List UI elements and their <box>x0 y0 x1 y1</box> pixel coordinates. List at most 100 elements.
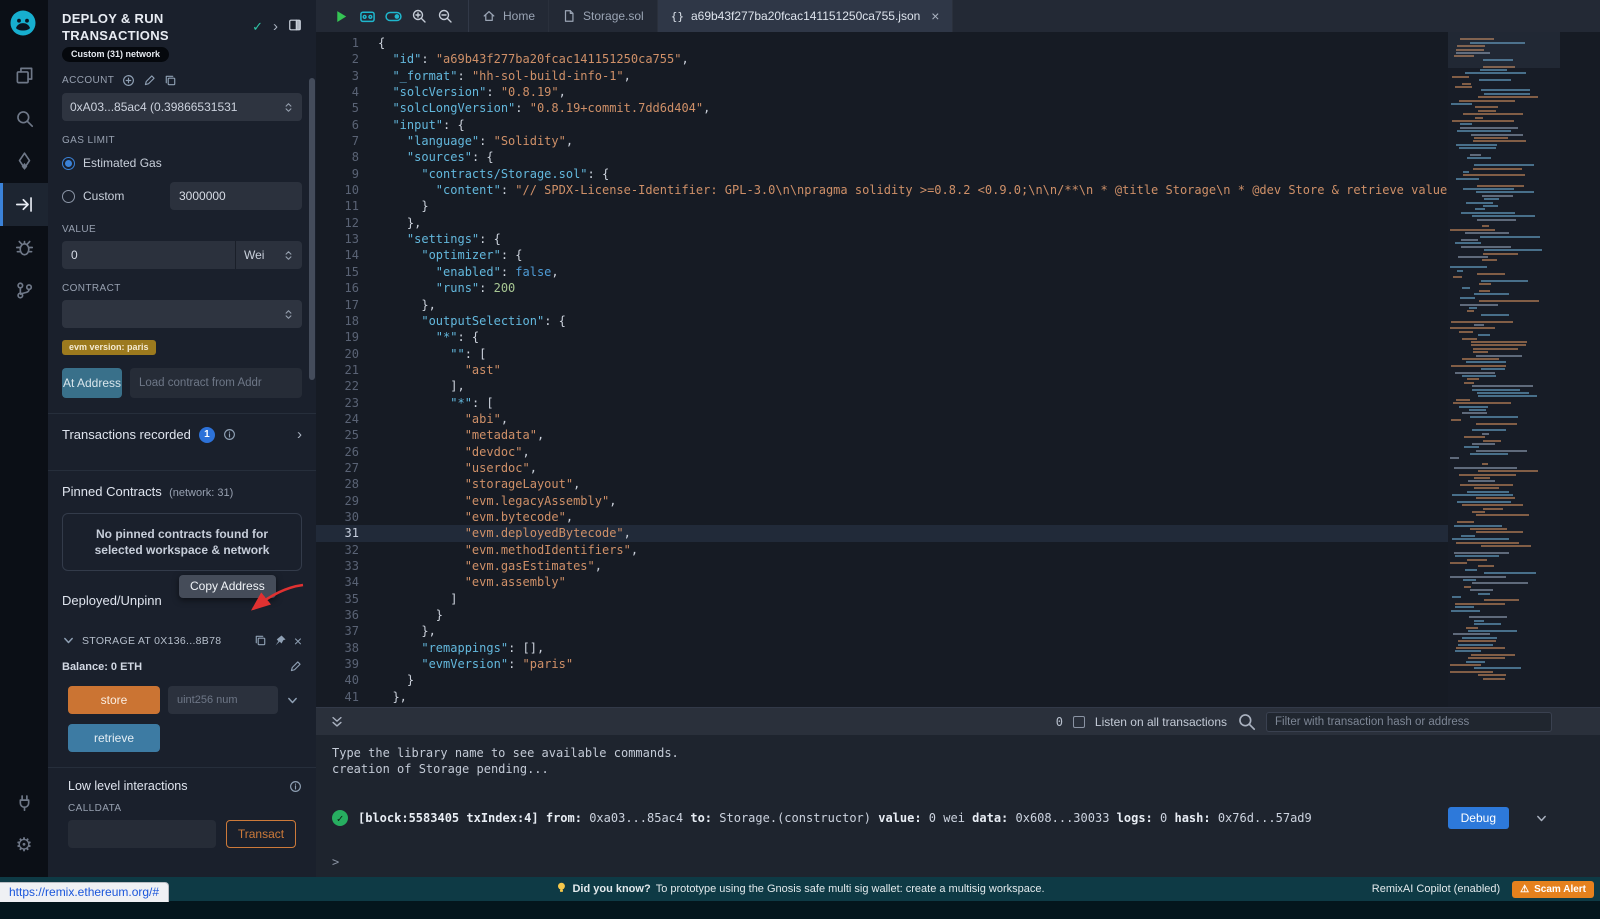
sidebar-item-deploy-run[interactable] <box>0 183 48 226</box>
copilot-status[interactable]: RemixAI Copilot (enabled) <box>1372 883 1500 895</box>
code-line: 6 "input": { <box>316 117 1448 133</box>
estimated-gas-option[interactable]: Estimated Gas <box>48 153 316 173</box>
tx-log-text: [block:5583405 txIndex:4] from: 0xa03...… <box>358 811 1312 825</box>
create-account-icon[interactable] <box>122 74 135 87</box>
pin-panel-icon[interactable] <box>288 18 302 35</box>
value-unit-select[interactable]: Wei <box>235 241 302 269</box>
sidebar-item-solidity-compiler[interactable] <box>0 140 48 183</box>
terminal-prompt[interactable]: > <box>332 855 1600 869</box>
recorder-icon[interactable] <box>354 8 380 25</box>
contract-select[interactable] <box>62 300 302 328</box>
terminal: 0 Listen on all transactions Type the li… <box>316 707 1600 877</box>
scam-alert-button[interactable]: ⚠Scam Alert <box>1512 881 1594 898</box>
remix-logo-icon[interactable] <box>8 8 40 40</box>
sidebar-item-plugin-manager[interactable] <box>0 781 48 824</box>
code-line: 27 "userdoc", <box>316 460 1448 476</box>
debug-button[interactable]: Debug <box>1448 807 1509 829</box>
sidebar-item-git[interactable] <box>0 269 48 312</box>
account-value: 0xA03...85ac4 (0.39866531531 <box>70 100 277 114</box>
code-line: 36 } <box>316 607 1448 623</box>
calldata-input[interactable] <box>68 820 216 848</box>
zoom-out-button[interactable] <box>432 8 458 24</box>
retrieve-button[interactable]: retrieve <box>68 724 160 752</box>
warning-icon: ⚠ <box>1520 884 1529 895</box>
code-line: 32 "evm.methodIdentifiers", <box>316 542 1448 558</box>
close-contract-icon[interactable]: × <box>294 635 302 647</box>
estimated-gas-label: Estimated Gas <box>83 156 162 170</box>
transact-button[interactable]: Transact <box>226 820 296 848</box>
store-button[interactable]: store <box>68 686 160 714</box>
tx-count-badge: 1 <box>199 427 215 443</box>
chevron-right-icon[interactable]: › <box>273 18 278 35</box>
listen-checkbox[interactable] <box>1073 716 1085 728</box>
home-icon <box>482 9 496 23</box>
tab-Home[interactable]: Home <box>469 0 549 32</box>
check-icon: ✓ <box>252 19 263 35</box>
code-line: 16 "runs": 200 <box>316 280 1448 296</box>
chevron-right-icon[interactable]: › <box>297 426 302 443</box>
run-script-button[interactable] <box>328 9 354 24</box>
icon-rail-items <box>0 54 48 312</box>
low-level-title: Low level interactions <box>68 779 188 793</box>
code-line: 12 }, <box>316 215 1448 231</box>
code-line: 38 "remappings": [], <box>316 640 1448 656</box>
code-editor[interactable]: 1{2 "id": "a69b43f277ba20fcac141151250ca… <box>316 32 1600 707</box>
file-icon <box>562 9 576 23</box>
transactions-recorded-row[interactable]: Transactions recorded 1 › <box>48 414 316 455</box>
tab-close-icon[interactable]: × <box>931 8 939 24</box>
code-rows: 1{2 "id": "a69b43f277ba20fcac141151250ca… <box>316 32 1448 705</box>
plugin-manager-icon <box>15 793 34 812</box>
code-line: 7 "language": "Solidity", <box>316 133 1448 149</box>
pin-contract-icon[interactable] <box>274 634 287 647</box>
code-line: 31 "evm.deployedBytecode", <box>316 525 1448 541</box>
edit-account-icon[interactable] <box>143 74 156 87</box>
edit-balance-icon[interactable] <box>289 660 302 673</box>
zoom-in-button[interactable] <box>406 8 432 24</box>
code-line: 2 "id": "a69b43f277ba20fcac141151250ca75… <box>316 51 1448 67</box>
expand-params-icon[interactable] <box>286 694 299 707</box>
custom-gas-label: Custom <box>83 189 124 203</box>
network-badge: Custom (31) network <box>62 47 169 62</box>
radio-unselected-icon[interactable] <box>62 190 75 203</box>
sidebar-item-settings[interactable]: ⚙ <box>0 824 48 867</box>
code-line: 41 }, <box>316 689 1448 705</box>
minimap[interactable] <box>1448 32 1560 707</box>
terminal-collapse-icon[interactable] <box>330 715 344 729</box>
did-you-know-tip: Did you know? To prototype using the Gno… <box>555 881 1044 897</box>
statusbar: Did you know? To prototype using the Gno… <box>0 877 1600 901</box>
at-address-input[interactable] <box>130 368 302 398</box>
sidebar-item-workspace[interactable] <box>0 54 48 97</box>
stepper-icon <box>283 309 294 320</box>
tab-Storage.sol[interactable]: Storage.sol <box>549 0 658 32</box>
store-param-input[interactable] <box>168 686 278 714</box>
success-check-icon: ✓ <box>332 810 348 826</box>
account-select[interactable]: 0xA03...85ac4 (0.39866531531 <box>62 93 302 121</box>
terminal-body[interactable]: Type the library name to see available c… <box>316 735 1600 877</box>
deployed-contract-header[interactable]: STORAGE AT 0X136...8B78 × <box>48 634 316 647</box>
at-address-button[interactable]: At Address <box>62 368 122 398</box>
tx-expand-icon[interactable] <box>1535 812 1548 825</box>
balance-label: Balance: 0 ETH <box>62 661 142 673</box>
panel-scrollbar[interactable] <box>309 78 315 380</box>
code-line: 29 "evm.legacyAssembly", <box>316 493 1448 509</box>
sidebar-item-debugger[interactable] <box>0 226 48 269</box>
copilot-toggle[interactable] <box>380 8 406 25</box>
custom-gas-input[interactable] <box>170 182 302 210</box>
terminal-toolbar: 0 Listen on all transactions <box>316 708 1600 735</box>
copy-account-icon[interactable] <box>164 74 177 87</box>
code-line: 22 ], <box>316 378 1448 394</box>
chevron-down-icon[interactable] <box>62 634 75 647</box>
radio-selected-icon[interactable] <box>62 157 75 170</box>
code-line: 26 "devdoc", <box>316 444 1448 460</box>
copy-address-icon[interactable] <box>254 634 267 647</box>
tab-a69b43f277ba20fcac141151250ca755.json[interactable]: {}a69b43f277ba20fcac141151250ca755.json× <box>658 0 954 32</box>
code-line: 8 "sources": { <box>316 149 1448 165</box>
editor-toolbar: HomeStorage.sol{}a69b43f277ba20fcac14115… <box>316 0 1600 32</box>
sidebar-item-search[interactable] <box>0 97 48 140</box>
settings-icon: ⚙ <box>15 836 32 855</box>
filter-input[interactable] <box>1266 712 1552 732</box>
value-input[interactable] <box>62 241 235 269</box>
pinned-network-label: (network: 31) <box>169 487 233 499</box>
code-line: 37 }, <box>316 623 1448 639</box>
transaction-log-row[interactable]: ✓ [block:5583405 txIndex:4] from: 0xa03.… <box>332 807 1600 829</box>
